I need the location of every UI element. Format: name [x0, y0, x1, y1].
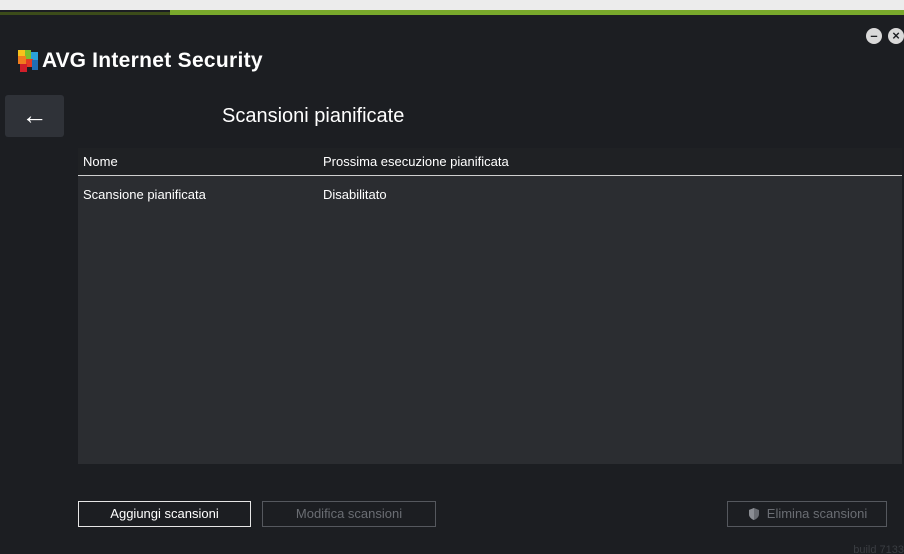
- screen: – × AVG Internet Security ← Scansioni pi…: [0, 0, 904, 554]
- page-title: Scansioni pianificate: [222, 105, 405, 127]
- minimize-button[interactable]: –: [866, 28, 882, 44]
- scans-table: Nome Prossima esecuzione pianificata Sca…: [78, 148, 902, 464]
- delete-scans-label: Elimina scansioni: [766, 506, 868, 521]
- back-arrow-icon: ←: [21, 100, 48, 130]
- app-title: AVG Internet Security: [42, 49, 263, 73]
- avg-logo-icon: [18, 50, 38, 72]
- column-header-name[interactable]: Nome: [83, 154, 118, 169]
- table-row[interactable]: Scansione pianificata Disabilitato: [78, 176, 902, 212]
- app-title-product: Internet Security: [92, 49, 263, 72]
- close-button[interactable]: ×: [888, 28, 904, 44]
- add-scans-button[interactable]: Aggiungi scansioni: [78, 501, 251, 527]
- scan-next-run-cell: Disabilitato: [323, 186, 387, 202]
- delete-scans-button[interactable]: Elimina scansioni: [727, 501, 887, 527]
- app-title-avg: AVG: [42, 49, 86, 72]
- edit-scans-button[interactable]: Modifica scansioni: [262, 501, 436, 527]
- scan-name-cell: Scansione pianificata: [83, 186, 206, 202]
- column-header-next-run[interactable]: Prossima esecuzione pianificata: [323, 154, 509, 169]
- app-logo: AVG Internet Security: [18, 48, 263, 74]
- build-label: build 7133: [853, 544, 904, 554]
- shield-icon: [748, 508, 759, 520]
- app-window: – × AVG Internet Security ← Scansioni pi…: [0, 10, 904, 554]
- accent-bar: [0, 10, 904, 15]
- table-header: Nome Prossima esecuzione pianificata: [78, 148, 902, 176]
- back-button[interactable]: ←: [5, 95, 64, 137]
